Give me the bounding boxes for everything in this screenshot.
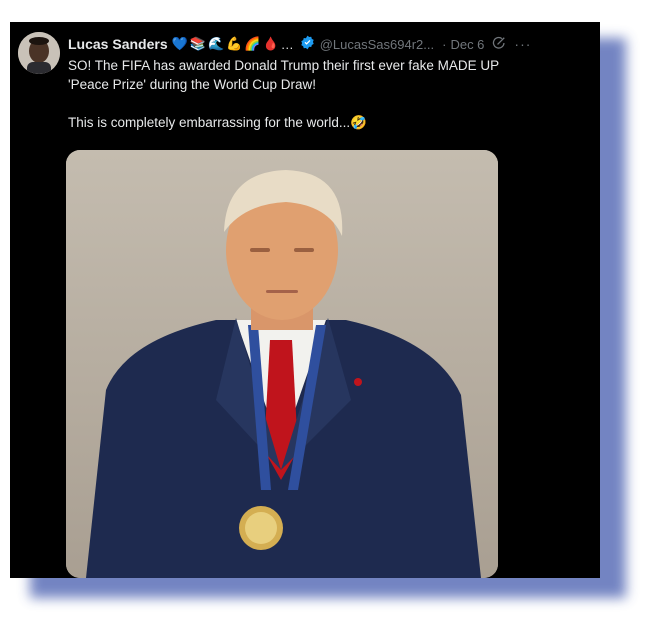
name-emoji: 📚 — [189, 36, 206, 51]
name-emoji: 🌊 — [207, 36, 225, 51]
name-emoji: 💙 — [171, 36, 188, 51]
author-handle[interactable]: @LucasSas694r2... — [320, 37, 434, 52]
name-emoji: … — [280, 36, 294, 52]
name-emoji: 🌈 — [244, 36, 261, 51]
tweet-card[interactable]: Lucas Sanders 💙 📚 🌊 💪 🌈 🩸 … @LucasSas694… — [10, 22, 600, 578]
tweet-date[interactable]: Dec 6 — [450, 37, 484, 52]
name-emoji: 💪 — [226, 36, 243, 51]
tweet-media-image[interactable] — [66, 150, 498, 578]
more-options-icon[interactable]: ··· — [514, 36, 531, 52]
tweet-text-line: SO! The FIFA has awarded Donald Trump th… — [68, 58, 500, 73]
separator-dot: · — [442, 36, 447, 52]
avatar[interactable] — [18, 32, 60, 74]
tweet-text: SO! The FIFA has awarded Donald Trump th… — [68, 56, 588, 132]
tweet-header: Lucas Sanders 💙 📚 🌊 💪 🌈 🩸 … @LucasSas694… — [68, 34, 590, 54]
tweet-text-line: This is completely embarrassing for the … — [68, 115, 367, 130]
author-name[interactable]: Lucas Sanders — [68, 36, 168, 52]
tweet-text-line: 'Peace Prize' during the World Cup Draw! — [68, 77, 317, 92]
name-emoji: 🩸 — [262, 36, 279, 51]
grok-icon[interactable] — [492, 36, 506, 53]
verified-badge-icon — [300, 35, 315, 53]
